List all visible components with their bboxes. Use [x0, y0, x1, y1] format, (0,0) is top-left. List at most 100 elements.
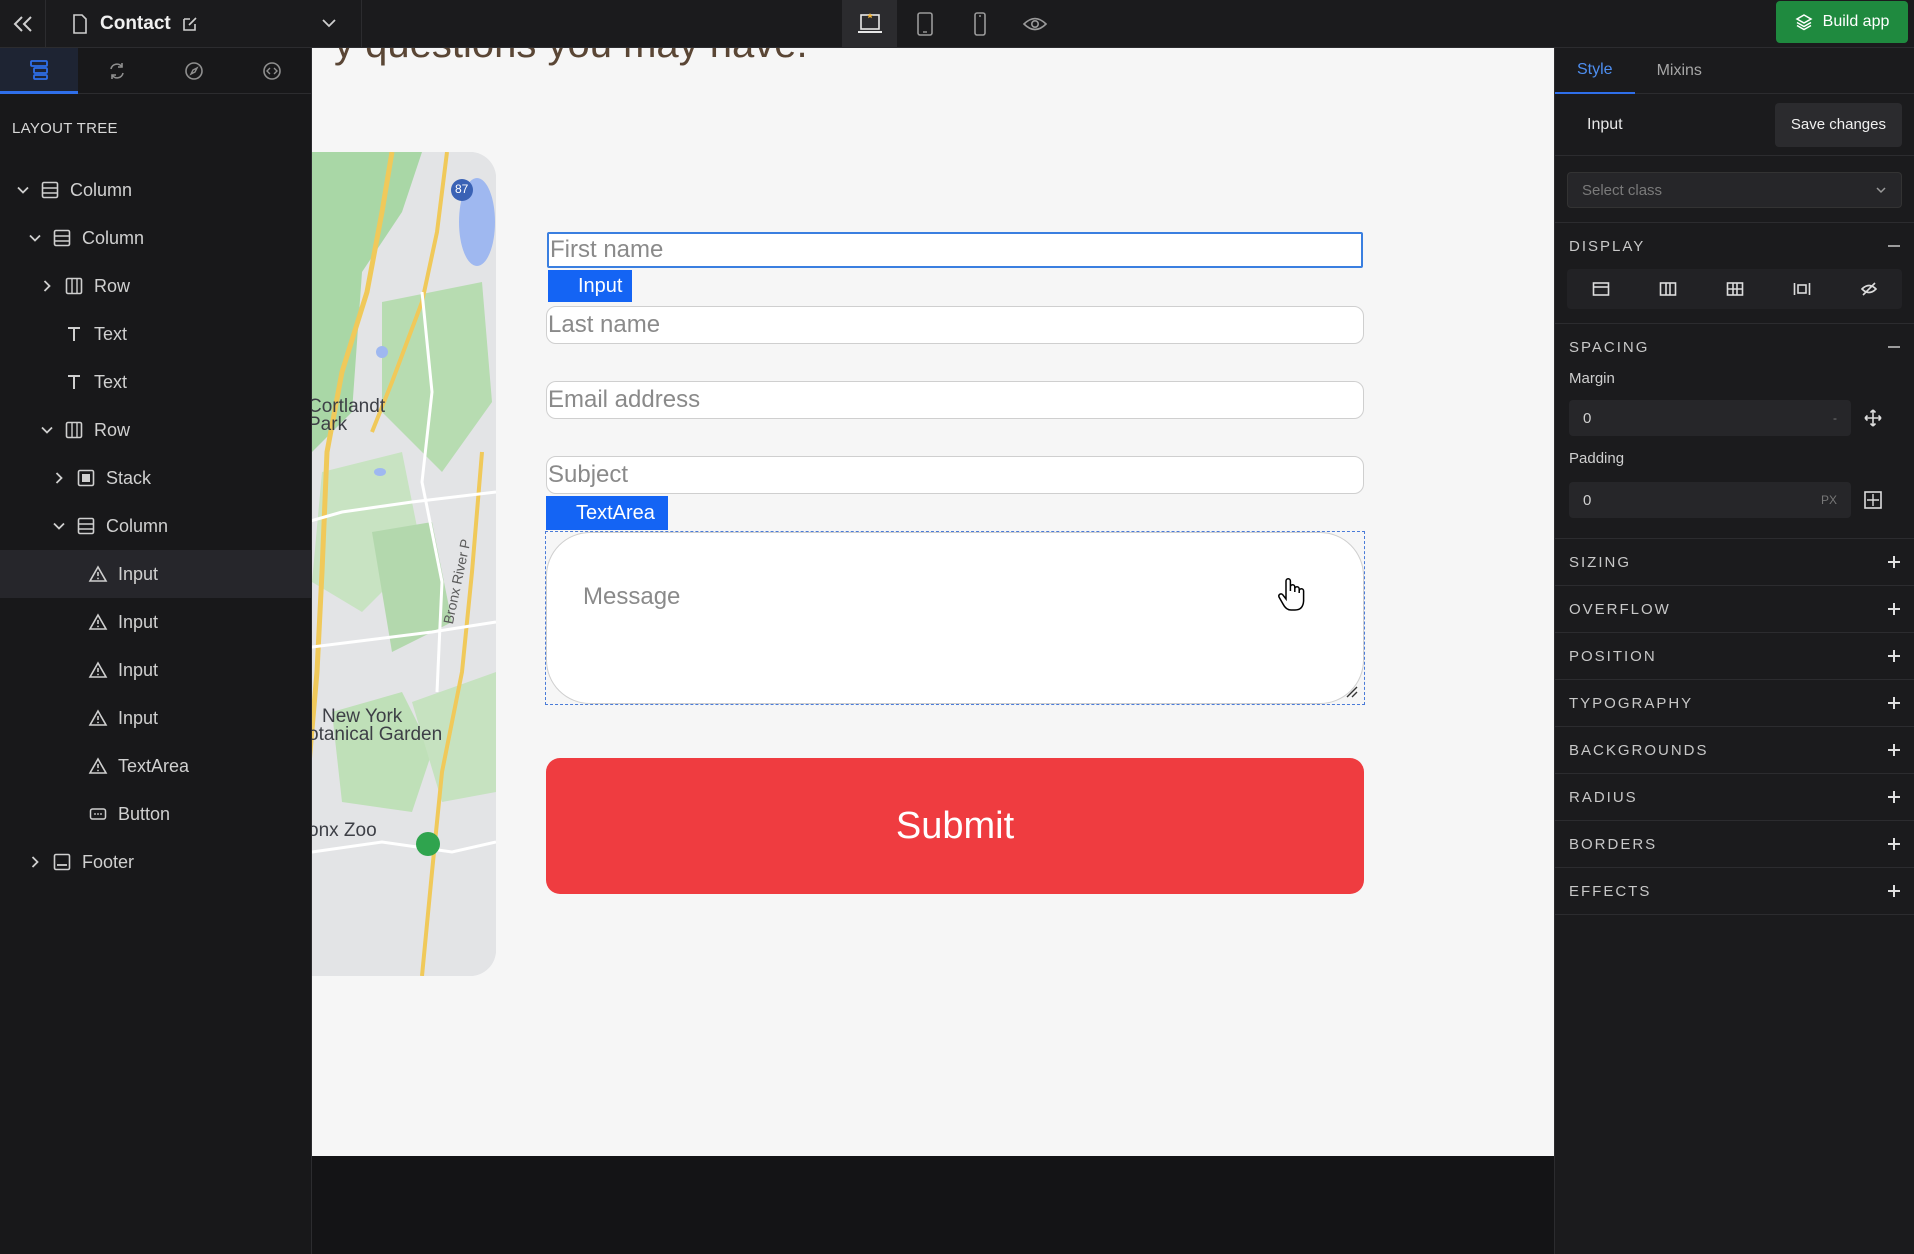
- display-flex-button[interactable]: [1648, 271, 1688, 307]
- layout-tree-icon: [29, 59, 48, 80]
- map-label-garden: New York otanical Garden: [312, 707, 442, 744]
- display-grid-button[interactable]: [1715, 271, 1755, 307]
- sidebar-tabs: [0, 48, 311, 94]
- tree-item-button[interactable]: Button: [0, 790, 311, 838]
- column-icon: [52, 228, 72, 248]
- tree-item-input[interactable]: Input: [0, 550, 311, 598]
- overflow-section-header[interactable]: OVERFLOW: [1555, 586, 1914, 632]
- tree-item-input[interactable]: Input: [0, 694, 311, 742]
- warning-icon: [88, 612, 108, 632]
- warning-icon: [88, 660, 108, 680]
- tree-item-row[interactable]: Row: [0, 406, 311, 454]
- tab-layout-tree[interactable]: [0, 48, 78, 94]
- tab-logic[interactable]: [78, 48, 156, 94]
- text-icon: [64, 324, 84, 344]
- submit-button[interactable]: Submit: [546, 758, 1364, 894]
- tab-mixins[interactable]: Mixins: [1635, 48, 1724, 94]
- tree-item-label: Text: [94, 323, 128, 344]
- map-label-highway: 87: [455, 182, 469, 196]
- tab-navigation[interactable]: [156, 48, 234, 94]
- padding-expand-button[interactable]: [1851, 490, 1895, 510]
- tree-item-column[interactable]: Column: [0, 166, 311, 214]
- typography-section-title: TYPOGRAPHY: [1569, 694, 1694, 712]
- tree-item-label: Column: [106, 515, 169, 536]
- app-root: Contact Build app LAYOUT TREE Column Col…: [0, 0, 1914, 1254]
- tree-item-input[interactable]: Input: [0, 598, 311, 646]
- hover-element-tag: TextArea: [546, 496, 668, 530]
- resize-handle-icon[interactable]: [1343, 683, 1359, 699]
- margin-row: 0 -: [1569, 400, 1902, 436]
- chevron-down-icon[interactable]: [16, 183, 30, 197]
- save-changes-button[interactable]: Save changes: [1774, 102, 1902, 147]
- tree-item-footer[interactable]: Footer: [0, 838, 311, 886]
- display-block-button[interactable]: [1581, 271, 1621, 307]
- desktop-view-button[interactable]: [842, 0, 897, 48]
- margin-expand-button[interactable]: [1851, 408, 1895, 428]
- last-name-input[interactable]: Last name: [546, 306, 1364, 344]
- position-section-header[interactable]: POSITION: [1555, 633, 1914, 679]
- tree-item-column[interactable]: Column: [0, 502, 311, 550]
- tree-item-label: Footer: [82, 851, 135, 872]
- borders-section: BORDERS: [1555, 820, 1914, 867]
- page-selector[interactable]: Contact: [46, 0, 362, 48]
- page-preview: y questions you may have.: [312, 48, 1554, 1156]
- left-sidebar: LAYOUT TREE Column Column Row Text Text Row St…: [0, 48, 312, 1254]
- margin-label: Margin: [1569, 370, 1615, 387]
- borders-section-header[interactable]: BORDERS: [1555, 821, 1914, 867]
- column-icon: [76, 516, 96, 536]
- effects-section-header[interactable]: EFFECTS: [1555, 868, 1914, 914]
- chevron-down-icon[interactable]: [40, 423, 54, 437]
- hand-cursor-icon: [1278, 578, 1305, 611]
- chevron-right-icon[interactable]: [52, 471, 66, 485]
- email-input[interactable]: Email address: [546, 381, 1364, 419]
- preview-button[interactable]: [1007, 0, 1062, 48]
- sizing-section-header[interactable]: SIZING: [1555, 539, 1914, 585]
- subject-input[interactable]: Subject: [546, 456, 1364, 494]
- plus-icon: [1888, 838, 1900, 850]
- select-class-dropdown[interactable]: Select class: [1567, 172, 1902, 208]
- tab-style[interactable]: Style: [1555, 48, 1635, 94]
- tree-item-label: Button: [118, 803, 171, 824]
- first-name-input[interactable]: First name: [547, 232, 1363, 268]
- tree-item-label: Row: [94, 419, 131, 440]
- select-class-placeholder: Select class: [1582, 181, 1663, 199]
- margin-input[interactable]: 0 -: [1569, 400, 1851, 436]
- mobile-view-button[interactable]: [952, 0, 1007, 48]
- radius-section-header[interactable]: RADIUS: [1555, 774, 1914, 820]
- backgrounds-section-header[interactable]: BACKGROUNDS: [1555, 727, 1914, 773]
- display-inline-block-button[interactable]: [1782, 271, 1822, 307]
- message-placeholder: Message: [583, 583, 681, 610]
- chevron-right-icon[interactable]: [28, 855, 42, 869]
- tree-item-stack[interactable]: Stack: [0, 454, 311, 502]
- tree-item-row[interactable]: Row: [0, 262, 311, 310]
- plus-icon: [1888, 556, 1900, 568]
- chevron-down-icon[interactable]: [28, 231, 42, 245]
- build-app-button[interactable]: Build app: [1776, 1, 1908, 43]
- chevron-right-icon[interactable]: [40, 279, 54, 293]
- tree-item-label: Column: [70, 179, 133, 200]
- tree-item-column[interactable]: Column: [0, 214, 311, 262]
- double-chevron-left-icon: [13, 16, 32, 32]
- element-name: Input: [1587, 115, 1623, 133]
- message-textarea[interactable]: Message: [546, 532, 1364, 704]
- chevron-down-icon[interactable]: [52, 519, 66, 533]
- position-section-title: POSITION: [1569, 647, 1657, 665]
- typography-section-header[interactable]: TYPOGRAPHY: [1555, 680, 1914, 726]
- tree-item-textarea[interactable]: TextArea: [0, 742, 311, 790]
- padding-input[interactable]: 0 PX: [1569, 482, 1851, 518]
- compass-icon: [185, 62, 204, 80]
- chevron-down-icon[interactable]: [321, 15, 337, 31]
- spacing-section-header[interactable]: SPACING: [1555, 324, 1914, 370]
- display-none-button[interactable]: [1849, 271, 1889, 307]
- tree-item-text[interactable]: Text: [0, 358, 311, 406]
- tree-item-input[interactable]: Input: [0, 646, 311, 694]
- collapse-sidebar-button[interactable]: [0, 0, 46, 48]
- tablet-view-button[interactable]: [897, 0, 952, 48]
- tree-item-text[interactable]: Text: [0, 310, 311, 358]
- tree-item-label: Input: [118, 707, 159, 728]
- padding-unit: PX: [1820, 493, 1837, 507]
- display-section-header[interactable]: DISPLAY: [1555, 223, 1914, 269]
- tab-code[interactable]: [233, 48, 311, 94]
- edit-icon[interactable]: [181, 15, 199, 33]
- sync-icon: [109, 63, 124, 79]
